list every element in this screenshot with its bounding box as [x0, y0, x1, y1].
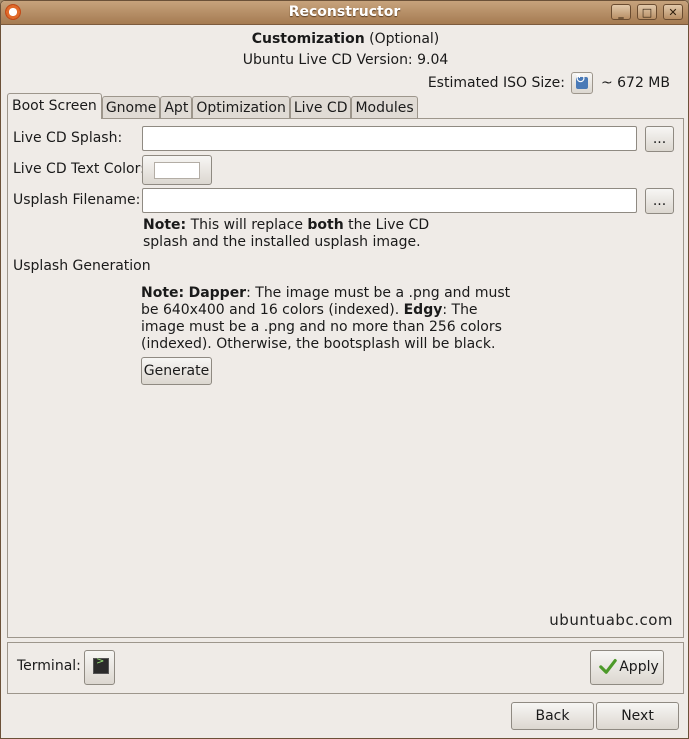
terminal-label: Terminal: — [17, 658, 81, 674]
tab-boot-screen[interactable]: Boot Screen — [7, 93, 102, 119]
note-emphasis: both — [307, 217, 344, 233]
terminal-icon — [93, 656, 109, 674]
note-text: (indexed). Otherwise, the bootsplash wil… — [141, 336, 496, 352]
main-window: Reconstructor _ □ ✕ Customization (Optio… — [0, 0, 689, 739]
close-button[interactable]: ✕ — [663, 4, 683, 20]
note-label: Note: — [143, 217, 187, 233]
note-label: Note: — [141, 285, 185, 301]
check-icon — [599, 659, 617, 674]
usplash-filename-browse-button[interactable]: ... — [645, 188, 674, 214]
page-title-optional: (Optional) — [364, 31, 440, 47]
tab-bar: Boot Screen Gnome Apt Optimization Live … — [7, 93, 418, 119]
note-text: : The image must be a .png and must — [246, 285, 511, 301]
usplash-filename-input[interactable] — [142, 188, 637, 213]
maximize-button[interactable]: □ — [637, 4, 657, 20]
window-title: Reconstructor — [288, 4, 401, 20]
live-cd-splash-label: Live CD Splash: — [13, 130, 123, 146]
back-button[interactable]: Back — [511, 702, 594, 730]
titlebar[interactable]: Reconstructor _ □ ✕ — [1, 1, 688, 25]
refresh-iso-size-button[interactable] — [570, 72, 593, 94]
iso-size-label: Estimated ISO Size: — [427, 75, 565, 91]
note-text: be 640x400 and 16 colors (indexed). — [141, 302, 404, 318]
replace-note: Note: This will replace both the Live CD… — [143, 217, 429, 251]
note-emphasis: Edgy — [403, 302, 443, 318]
generate-button[interactable]: Generate — [141, 357, 212, 385]
tab-live-cd[interactable]: Live CD — [289, 96, 352, 119]
note-text: : The — [442, 302, 478, 318]
live-cd-text-color-label: Live CD Text Color: — [13, 161, 145, 177]
tab-gnome[interactable]: Gnome — [101, 96, 161, 119]
tab-apt[interactable]: Apt — [160, 96, 193, 119]
boot-screen-panel: Live CD Splash: ... Live CD Text Color: … — [7, 118, 684, 638]
note-text: This will replace — [186, 217, 308, 233]
note-emphasis: Dapper — [188, 285, 247, 301]
tab-optimization[interactable]: Optimization — [192, 96, 290, 119]
terminal-frame: Terminal: Apply — [7, 642, 684, 694]
content-area: Customization (Optional) Ubuntu Live CD … — [6, 25, 685, 738]
watermark: ubuntuabc.com — [549, 611, 673, 629]
color-swatch — [154, 162, 200, 179]
iso-size-row: Estimated ISO Size: ~ 672 MB — [428, 71, 670, 95]
note-text: the Live CD — [343, 217, 430, 233]
apply-button[interactable]: Apply — [590, 650, 664, 685]
iso-size-value: ~ 672 MB — [600, 75, 670, 91]
terminal-button[interactable] — [84, 650, 115, 685]
live-cd-splash-input[interactable] — [142, 126, 637, 151]
page-heading: Customization (Optional) — [6, 31, 685, 47]
next-button[interactable]: Next — [596, 702, 679, 730]
usplash-filename-label: Usplash Filename: — [13, 192, 141, 208]
live-cd-text-color-button[interactable] — [142, 155, 212, 185]
note-text: splash and the installed usplash image. — [143, 234, 421, 250]
page-title: Customization — [251, 31, 365, 47]
tab-modules[interactable]: Modules — [351, 96, 418, 119]
note-text: image must be a .png and no more than 25… — [141, 319, 502, 335]
live-cd-splash-browse-button[interactable]: ... — [645, 126, 674, 152]
apply-label: Apply — [619, 659, 659, 675]
usplash-generation-label: Usplash Generation — [13, 258, 151, 274]
version-label: Ubuntu Live CD Version: 9.04 — [242, 52, 449, 68]
minimize-button[interactable]: _ — [611, 4, 631, 20]
generation-note: Note: Dapper: The image must be a .png a… — [141, 285, 510, 353]
